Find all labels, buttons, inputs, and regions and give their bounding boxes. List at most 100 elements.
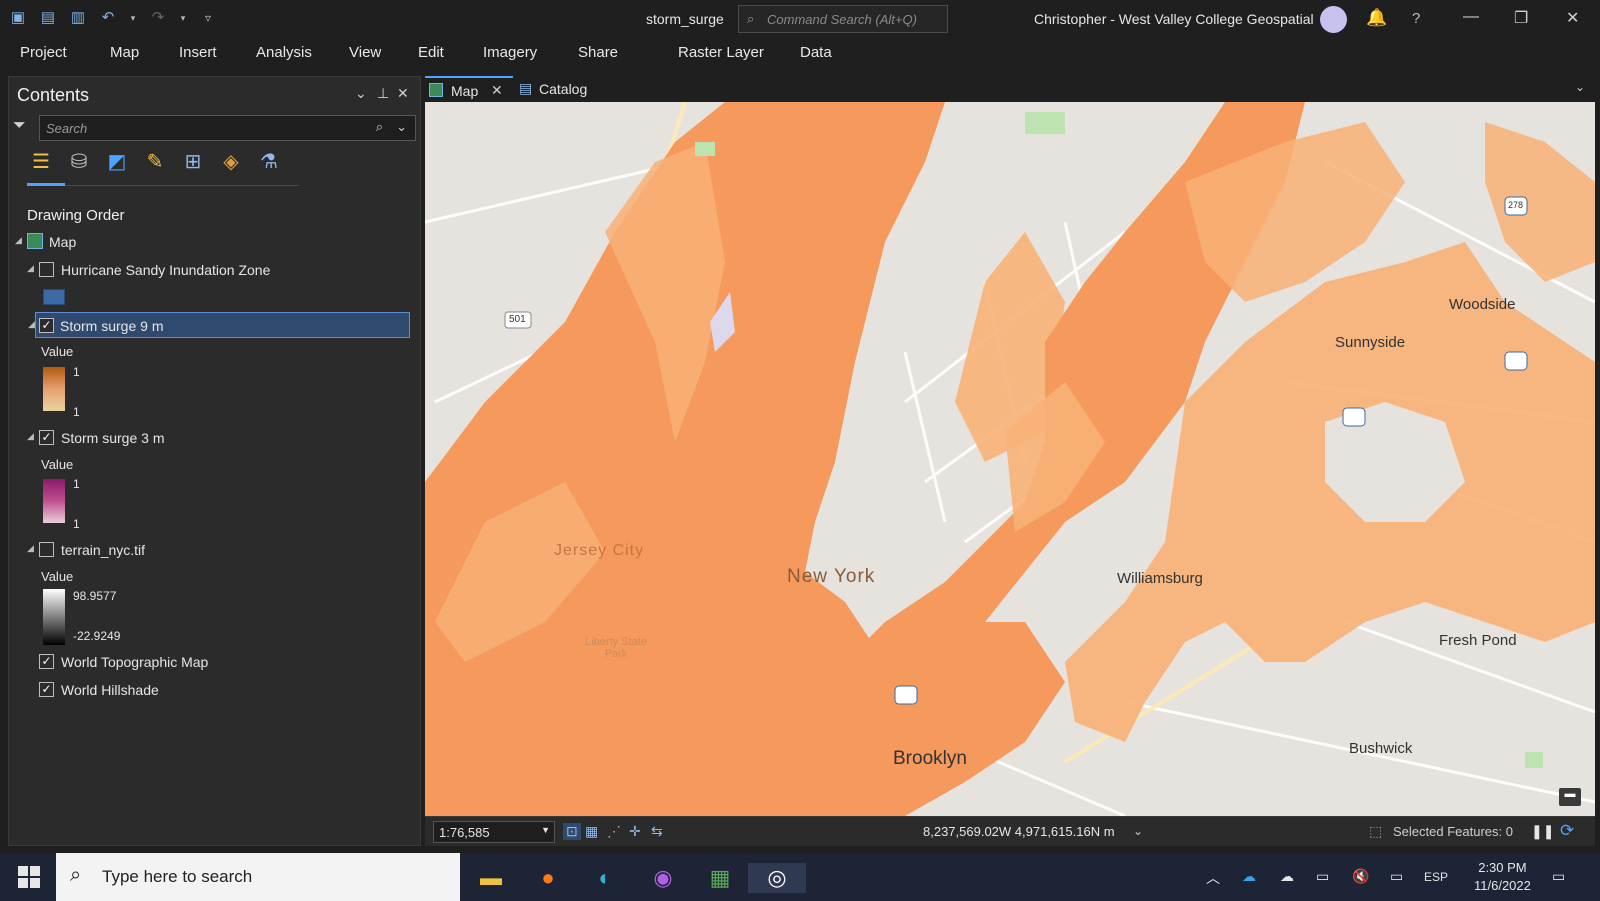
pin-icon[interactable]: ⊥ <box>377 85 389 102</box>
grid-icon[interactable]: ▦ <box>585 823 598 840</box>
selection-icon[interactable]: ◩ <box>105 149 129 175</box>
redo-dropdown-icon[interactable]: ▾ <box>178 8 188 28</box>
polygon-symbol-swatch[interactable] <box>43 289 65 305</box>
data-source-icon[interactable]: ⛁ <box>67 149 91 175</box>
layer-visibility-checkbox[interactable] <box>39 542 54 557</box>
map-canvas[interactable]: Jersey City New York Williamsburg Brookl… <box>425 102 1595 816</box>
layer-storm-surge-3m[interactable]: ◢ ✓ Storm surge 3 m <box>9 425 420 451</box>
fixed-zoom-icon[interactable]: ⊡ <box>563 823 581 840</box>
tab-view[interactable]: View <box>349 44 381 61</box>
windows-start-icon[interactable] <box>18 866 40 888</box>
charts-icon[interactable]: ⚗ <box>257 149 281 175</box>
onedrive-icon[interactable]: ☁ <box>1242 868 1256 885</box>
customize-toolbar-icon[interactable]: ▿ <box>198 8 218 28</box>
volume-muted-icon[interactable]: 🔇 <box>1352 868 1369 885</box>
map-overview-icon[interactable]: ▬ <box>1559 788 1581 806</box>
tab-share[interactable]: Share <box>578 44 618 61</box>
pause-drawing-icon[interactable]: ❚❚ <box>1531 823 1554 840</box>
tab-catalog-view[interactable]: ▤ Catalog <box>515 76 611 102</box>
search-options-icon[interactable]: ⌄ <box>396 119 407 135</box>
file-explorer-icon[interactable]: ▬ <box>476 863 506 893</box>
color-ramp[interactable] <box>43 367 65 411</box>
edge-icon[interactable]: ◐ <box>590 863 620 893</box>
color-ramp[interactable] <box>43 589 65 645</box>
command-search-input[interactable]: ⌕ Command Search (Alt+Q) <box>738 5 948 33</box>
tab-data[interactable]: Data <box>800 44 832 61</box>
battery-icon[interactable]: ▭ <box>1390 868 1403 885</box>
collapse-icon[interactable]: ◢ <box>27 431 34 442</box>
tab-raster-layer[interactable]: Raster Layer <box>678 44 764 61</box>
command-search-placeholder: Command Search (Alt+Q) <box>767 12 917 27</box>
search-icon[interactable]: ⌕ <box>376 119 383 135</box>
contents-search-input[interactable]: Search ⌕ ⌄ <box>39 115 416 141</box>
notifications-icon[interactable]: ▭ <box>1552 868 1565 885</box>
avatar[interactable] <box>1320 6 1347 33</box>
layer-hurricane-sandy[interactable]: ◢ Hurricane Sandy Inundation Zone <box>9 257 420 283</box>
legend-title: Value <box>41 569 74 584</box>
snapping-icon[interactable]: ⋰ <box>607 823 621 840</box>
collapse-icon[interactable]: ◢ <box>27 543 34 554</box>
layer-world-topographic[interactable]: ✓ World Topographic Map <box>9 649 420 675</box>
collapse-icon[interactable]: ◢ <box>28 319 35 330</box>
close-icon[interactable]: ✕ <box>1566 8 1579 28</box>
labeling-icon[interactable]: ◈ <box>219 149 243 175</box>
undo-dropdown-icon[interactable]: ▾ <box>128 8 138 28</box>
navigation-icon[interactable]: ⇆ <box>651 823 663 840</box>
tab-edit[interactable]: Edit <box>418 44 444 61</box>
tab-map-view[interactable]: Map ✕ <box>425 76 513 102</box>
tabs-overflow-icon[interactable]: ⌄ <box>1575 80 1585 94</box>
tree-map-node[interactable]: ◢ Map <box>9 229 420 255</box>
firefox-icon[interactable]: ● <box>533 863 563 893</box>
language-indicator[interactable]: ESP <box>1424 870 1448 884</box>
taskbar-search-input[interactable]: ⌕ Type here to search <box>56 853 460 901</box>
legend-max: 98.9577 <box>73 589 117 603</box>
chevron-down-icon[interactable]: ▼ <box>541 825 550 835</box>
tab-analysis[interactable]: Analysis <box>256 44 312 61</box>
tab-project[interactable]: Project <box>20 44 67 61</box>
coordinate-format-dropdown-icon[interactable]: ⌄ <box>1133 824 1143 838</box>
layer-visibility-checkbox[interactable]: ✓ <box>39 430 54 445</box>
layer-world-hillshade[interactable]: ✓ World Hillshade <box>9 677 420 703</box>
clock[interactable]: 2:30 PM 11/6/2022 <box>1474 859 1531 895</box>
arcgis-pro-icon[interactable]: ◎ <box>748 863 806 893</box>
chevron-up-icon[interactable]: ︿ <box>1206 868 1220 888</box>
notification-icon[interactable]: 🔔 <box>1366 8 1387 28</box>
color-ramp[interactable] <box>43 479 65 523</box>
snapping-icon[interactable]: ⊞ <box>181 149 205 175</box>
user-account-label[interactable]: Christopher - West Valley College Geospa… <box>1034 11 1314 27</box>
undo-icon[interactable]: ↶ <box>98 8 118 28</box>
layer-storm-surge-9m[interactable]: ◢ ✓ Storm surge 9 m <box>28 312 410 338</box>
crosshair-icon[interactable]: ✛ <box>629 823 641 840</box>
minimize-icon[interactable]: — <box>1463 8 1479 26</box>
restore-icon[interactable]: ❐ <box>1514 8 1528 28</box>
new-project-icon[interactable]: ▣ <box>8 8 28 28</box>
map-rendering <box>425 102 1595 816</box>
close-tab-icon[interactable]: ✕ <box>491 82 503 99</box>
cloud-icon[interactable]: ☁ <box>1280 868 1294 885</box>
drawing-order-icon[interactable]: ☰ <box>29 149 53 175</box>
layer-visibility-checkbox[interactable]: ✓ <box>39 654 54 669</box>
open-project-icon[interactable]: ▤ <box>38 8 58 28</box>
pane-options-icon[interactable]: ⌄ <box>355 85 367 102</box>
app-icon[interactable]: ◉ <box>648 863 678 893</box>
tab-insert[interactable]: Insert <box>179 44 217 61</box>
layer-visibility-checkbox[interactable]: ✓ <box>39 318 54 333</box>
spreadsheet-icon[interactable]: ▦ <box>705 863 735 893</box>
layer-terrain[interactable]: ◢ terrain_nyc.tif <box>9 537 420 563</box>
toolbar-divider <box>27 185 299 186</box>
tab-imagery[interactable]: Imagery <box>483 44 537 61</box>
tab-map[interactable]: Map <box>110 44 139 61</box>
close-pane-icon[interactable]: ✕ <box>397 85 409 102</box>
collapse-icon[interactable]: ◢ <box>15 235 22 246</box>
filter-icon[interactable]: ⏷ <box>13 117 26 135</box>
scale-selector[interactable]: 1:76,585 ▼ <box>433 821 555 843</box>
save-icon[interactable]: ▥ <box>68 8 88 28</box>
layer-visibility-checkbox[interactable]: ✓ <box>39 682 54 697</box>
redo-icon[interactable]: ↷ <box>148 8 168 28</box>
help-icon[interactable]: ? <box>1412 10 1420 27</box>
editing-icon[interactable]: ✎ <box>143 149 167 175</box>
collapse-icon[interactable]: ◢ <box>27 263 34 274</box>
refresh-icon[interactable]: ⟳ <box>1560 821 1574 841</box>
display-icon[interactable]: ▭ <box>1316 868 1329 885</box>
layer-visibility-checkbox[interactable] <box>39 262 54 277</box>
